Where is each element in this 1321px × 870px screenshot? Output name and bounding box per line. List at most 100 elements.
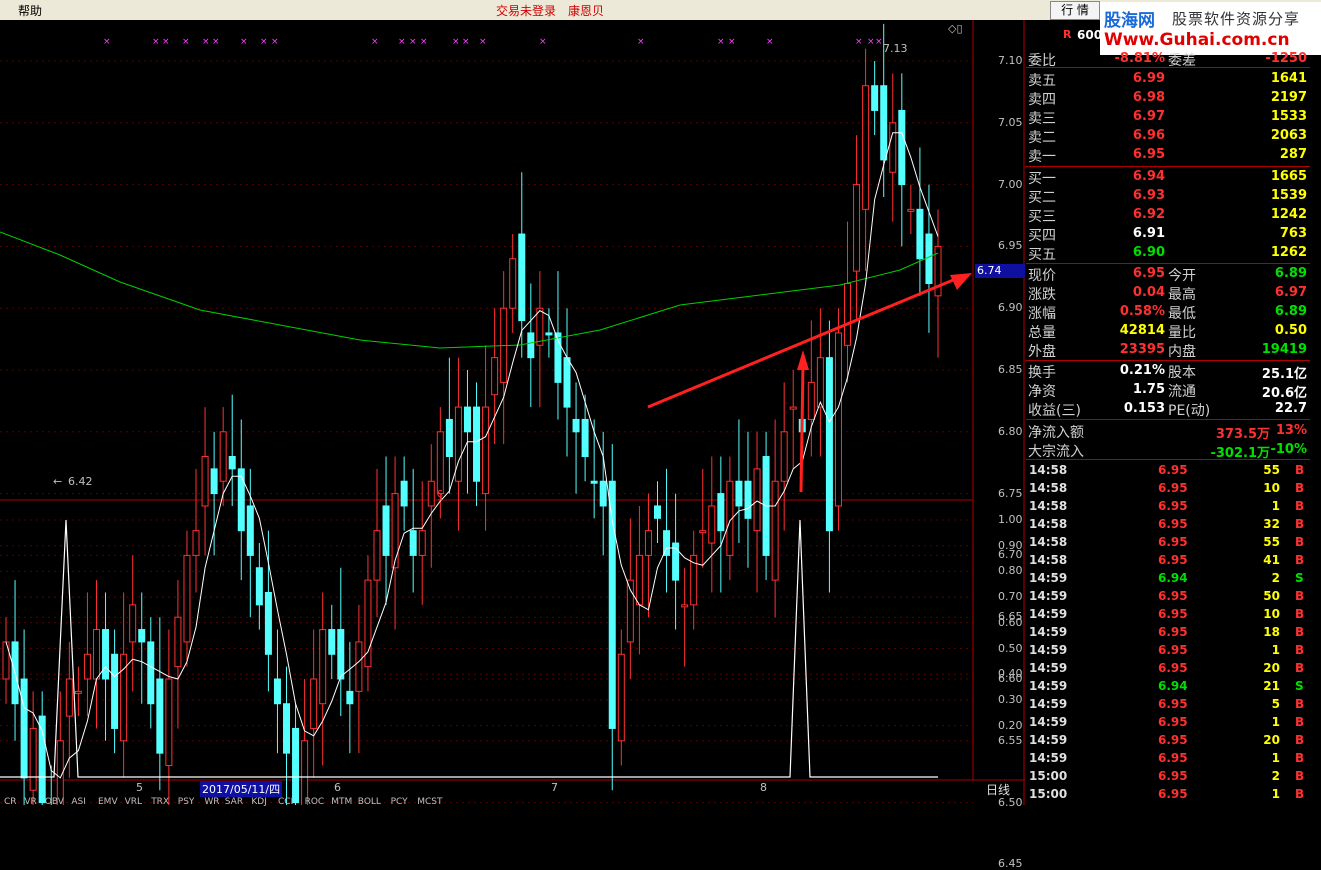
buy-volume: 1665 — [1270, 169, 1307, 184]
trade-price: 6.94 — [1158, 571, 1188, 585]
trade-price: 6.95 — [1158, 733, 1188, 747]
fund-value: 1.75 — [1132, 382, 1165, 397]
candle-body — [916, 208, 924, 260]
trade-direction: B — [1295, 643, 1305, 657]
candle-body — [771, 480, 779, 581]
fund-label: PE(动) — [1168, 403, 1211, 419]
stat-value: 0.50 — [1274, 323, 1307, 338]
price-tick: 7.00 — [998, 177, 1023, 191]
indicator-tab[interactable]: OBV — [45, 797, 64, 807]
signal-mark: × — [271, 37, 279, 47]
price-tick: 6.85 — [998, 363, 1023, 376]
price-tick: 7.10 — [998, 54, 1023, 67]
code-prefix: R — [1063, 28, 1072, 41]
candle-body — [653, 505, 661, 519]
quote-button[interactable]: 行 情 — [1050, 1, 1100, 20]
trade-time: 14:59 — [1029, 751, 1068, 765]
panel-divider — [1026, 67, 1310, 68]
candle-body — [617, 653, 625, 742]
current-price-box: 6.74 — [975, 264, 1025, 278]
candle-body — [129, 604, 137, 643]
signal-mark: × — [409, 37, 417, 47]
price-tick: 6.75 — [998, 486, 1023, 500]
signal-mark: × — [855, 37, 863, 47]
indicator-tab[interactable]: PSY — [178, 797, 195, 807]
candle-body — [871, 85, 879, 111]
sell-price: 6.96 — [1132, 128, 1165, 143]
signal-mark: × — [240, 37, 248, 47]
fund-label: 流通 — [1168, 384, 1196, 400]
trade-direction: B — [1295, 553, 1305, 567]
trade-volume: 55 — [1263, 535, 1280, 549]
menu-help[interactable]: 帮助 — [18, 2, 42, 19]
kline-chart[interactable]: × × × × × × × × × × × × × × × × × × × × × × × × — [0, 20, 1025, 805]
period-label[interactable]: 日线 — [986, 781, 1010, 798]
signal-mark: × — [875, 37, 883, 47]
trade-volume: 20 — [1263, 733, 1280, 747]
fund-value: 25.1亿 — [1261, 367, 1307, 382]
indicator-tab[interactable]: BOLL — [358, 797, 381, 807]
buy-label: 买四 — [1028, 228, 1056, 244]
candle-body — [264, 591, 272, 655]
signal-mark: × — [717, 37, 725, 47]
indicator-tab[interactable]: VRL — [125, 797, 142, 807]
candle-body — [463, 406, 471, 433]
stat-label: 总量 — [1028, 325, 1056, 341]
candle-body — [255, 567, 263, 606]
sell-label: 卖一 — [1028, 149, 1056, 165]
candle-body — [328, 629, 336, 655]
indicator-tick: 0.50 — [998, 641, 1023, 655]
candle-body — [400, 480, 408, 507]
indicator-tab[interactable]: CCI — [278, 797, 293, 807]
indicator-tab[interactable]: SAR — [225, 797, 243, 807]
indicator-tab[interactable]: ROC — [305, 797, 325, 807]
indicator-tab[interactable]: MCST — [417, 797, 442, 807]
indicator-tab[interactable]: EMV — [98, 797, 118, 807]
signal-mark: × — [212, 37, 220, 47]
indicator-tick: 0.70 — [998, 590, 1023, 604]
signal-mark: × — [103, 37, 111, 47]
chart-options-icon[interactable]: ◇▯ — [948, 22, 963, 35]
sell-volume: 2197 — [1270, 90, 1307, 105]
candle-body — [409, 530, 417, 556]
trade-status: 交易未登录 — [496, 4, 557, 18]
section-mark: § — [437, 488, 443, 502]
indicator-tab[interactable]: WR — [204, 797, 219, 807]
indicator-tab[interactable]: PCY — [391, 797, 408, 807]
logo-brand: 股海网 — [1104, 11, 1155, 31]
trade-time: 14:58 — [1029, 517, 1068, 531]
candle-body — [301, 740, 309, 805]
trade-price: 6.95 — [1158, 661, 1188, 675]
trade-time: 15:00 — [1029, 769, 1068, 783]
weibi-value: -8.81% — [1114, 51, 1166, 66]
indicator-tick: 0.30 — [998, 692, 1023, 706]
indicator-tab[interactable]: ASI — [71, 797, 86, 807]
panel-divider — [1026, 459, 1310, 460]
indicator-tab[interactable]: MTM — [331, 797, 352, 807]
indicator-tab[interactable]: VR — [24, 797, 36, 807]
date-cursor: 2017/05/11/四 — [200, 781, 283, 797]
signal-mark: × — [462, 37, 470, 47]
indicator-tab[interactable]: TRX — [151, 797, 169, 807]
signal-mark: × — [420, 37, 428, 47]
indicator-tab[interactable]: CR — [4, 797, 17, 807]
trade-time: 14:59 — [1029, 733, 1068, 747]
indicator-tab[interactable]: KDJ — [251, 797, 267, 807]
trade-price: 6.95 — [1158, 499, 1188, 513]
candle-body — [355, 641, 363, 692]
stat-value: 0.58% — [1119, 304, 1165, 319]
candle-body — [237, 468, 245, 532]
candle-body — [907, 208, 915, 212]
candle-body — [717, 493, 725, 532]
candle-body — [292, 727, 300, 804]
trade-direction: B — [1295, 733, 1305, 747]
stat-label: 外盘 — [1028, 344, 1056, 360]
sell-price: 6.95 — [1132, 147, 1165, 162]
signal-mark: × — [637, 37, 645, 47]
stat-label: 内盘 — [1168, 344, 1196, 360]
high-label: 7.13 — [883, 42, 908, 55]
trade-direction: B — [1295, 715, 1305, 729]
candle-body — [572, 418, 580, 433]
trade-time: 14:59 — [1029, 679, 1068, 693]
candle-body — [183, 554, 191, 643]
